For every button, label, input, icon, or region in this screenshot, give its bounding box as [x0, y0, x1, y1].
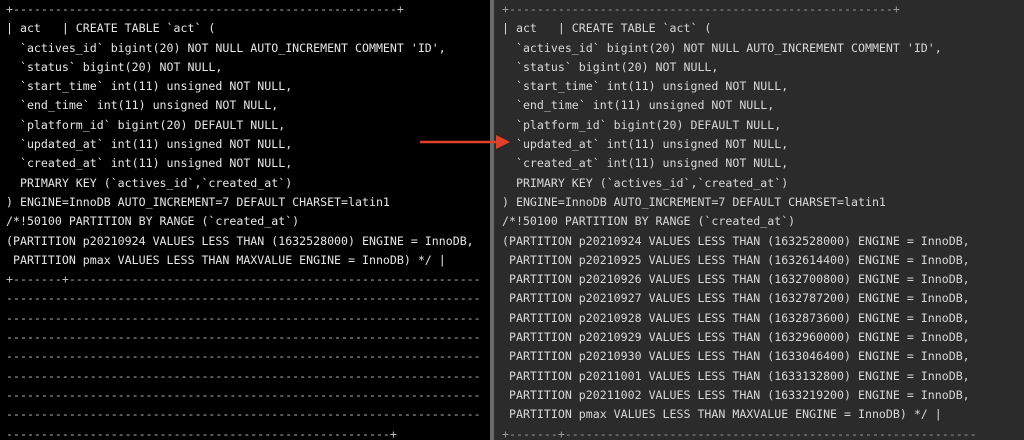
terminal-line-partition: PARTITION p20210928 VALUES LESS THAN (16…	[502, 310, 970, 325]
terminal-line-partition: PARTITION p20210929 VALUES LESS THAN (16…	[502, 330, 970, 345]
terminal-line-partition-by: /*!50100 PARTITION BY RANGE (`created_at…	[6, 214, 300, 229]
terminal-line-updated-at: `updated_at` int(11) unsigned NOT NULL,	[6, 137, 293, 152]
terminal-line-border: ----------------------------------------…	[6, 368, 481, 383]
terminal-line-engine: ) ENGINE=InnoDB AUTO_INCREMENT=7 DEFAULT…	[502, 194, 886, 209]
terminal-line-partition: PARTITION p20210930 VALUES LESS THAN (16…	[502, 349, 970, 364]
left-terminal-pane: +---------------------------------------…	[0, 0, 490, 440]
terminal-line-top-border: +---------------------------------------…	[6, 2, 404, 16]
terminal-line-end-time: `end_time` int(11) unsigned NOT NULL,	[502, 98, 775, 113]
terminal-line-engine: ) ENGINE=InnoDB AUTO_INCREMENT=7 DEFAULT…	[6, 194, 390, 209]
terminal-line-border: ----------------------------------------…	[6, 387, 481, 402]
terminal-line-partition: PARTITION p20210927 VALUES LESS THAN (16…	[502, 291, 970, 306]
terminal-line-status: `status` bigint(20) NOT NULL,	[502, 59, 719, 74]
terminal-line-actives-id: `actives_id` bigint(20) NOT NULL AUTO_IN…	[502, 40, 942, 55]
terminal-line-bottom-border: ----------------------------------------…	[6, 426, 397, 440]
terminal-line-start-time: `start_time` int(11) unsigned NOT NULL,	[502, 79, 789, 94]
terminal-line-status: `status` bigint(20) NOT NULL,	[6, 59, 223, 74]
terminal-line-partition: PARTITION p20210925 VALUES LESS THAN (16…	[502, 252, 970, 267]
terminal-line-partition: PARTITION p20211002 VALUES LESS THAN (16…	[502, 387, 970, 402]
terminal-line-created-at: `created_at` int(11) unsigned NOT NULL,	[6, 156, 293, 171]
terminal-line-bottom-border: +-------+-------------------------------…	[502, 426, 977, 440]
terminal-line-partition: PARTITION pmax VALUES LESS THAN MAXVALUE…	[6, 252, 446, 267]
terminal-line-created-at: `created_at` int(11) unsigned NOT NULL,	[502, 156, 789, 171]
terminal-line-partition: PARTITION p20211001 VALUES LESS THAN (16…	[502, 368, 970, 383]
terminal-line-top-border: +---------------------------------------…	[502, 2, 900, 16]
terminal-line-border: +-------+-------------------------------…	[6, 272, 481, 287]
terminal-line-end-time: `end_time` int(11) unsigned NOT NULL,	[6, 98, 279, 113]
terminal-line-primary-key: PRIMARY KEY (`actives_id`,`created_at`)	[6, 175, 293, 190]
terminal-line-partition-by: /*!50100 PARTITION BY RANGE (`created_at…	[502, 214, 796, 229]
terminal-line-border: ----------------------------------------…	[6, 407, 481, 422]
terminal-line-partition: PARTITION pmax VALUES LESS THAN MAXVALUE…	[502, 407, 942, 422]
terminal-line-border: ----------------------------------------…	[6, 349, 481, 364]
terminal-line-partition: PARTITION p20210926 VALUES LESS THAN (16…	[502, 272, 970, 287]
right-terminal-pane: +---------------------------------------…	[494, 0, 1024, 440]
terminal-line-platform-id: `platform_id` bigint(20) DEFAULT NULL,	[6, 117, 286, 132]
arrow-head	[496, 135, 510, 149]
terminal-line-border: ----------------------------------------…	[6, 330, 481, 345]
terminal-line-border: ----------------------------------------…	[6, 291, 481, 306]
terminal-line-actives-id: `actives_id` bigint(20) NOT NULL AUTO_IN…	[6, 40, 446, 55]
terminal-line-border: ----------------------------------------…	[6, 310, 481, 325]
terminal-line-platform-id: `platform_id` bigint(20) DEFAULT NULL,	[502, 117, 782, 132]
comparison-screenshot: +---------------------------------------…	[0, 0, 1024, 440]
terminal-line-updated-at: `updated_at` int(11) unsigned NOT NULL,	[502, 137, 789, 152]
terminal-line-partition: (PARTITION p20210924 VALUES LESS THAN (1…	[6, 233, 474, 248]
terminal-line-partition: (PARTITION p20210924 VALUES LESS THAN (1…	[502, 233, 970, 248]
terminal-line-primary-key: PRIMARY KEY (`actives_id`,`created_at`)	[502, 175, 789, 190]
terminal-line-table-header: | act | CREATE TABLE `act` (	[502, 21, 712, 36]
arrow-right-icon	[420, 135, 510, 149]
terminal-line-table-header: | act | CREATE TABLE `act` (	[6, 21, 216, 36]
terminal-line-start-time: `start_time` int(11) unsigned NOT NULL,	[6, 79, 293, 94]
